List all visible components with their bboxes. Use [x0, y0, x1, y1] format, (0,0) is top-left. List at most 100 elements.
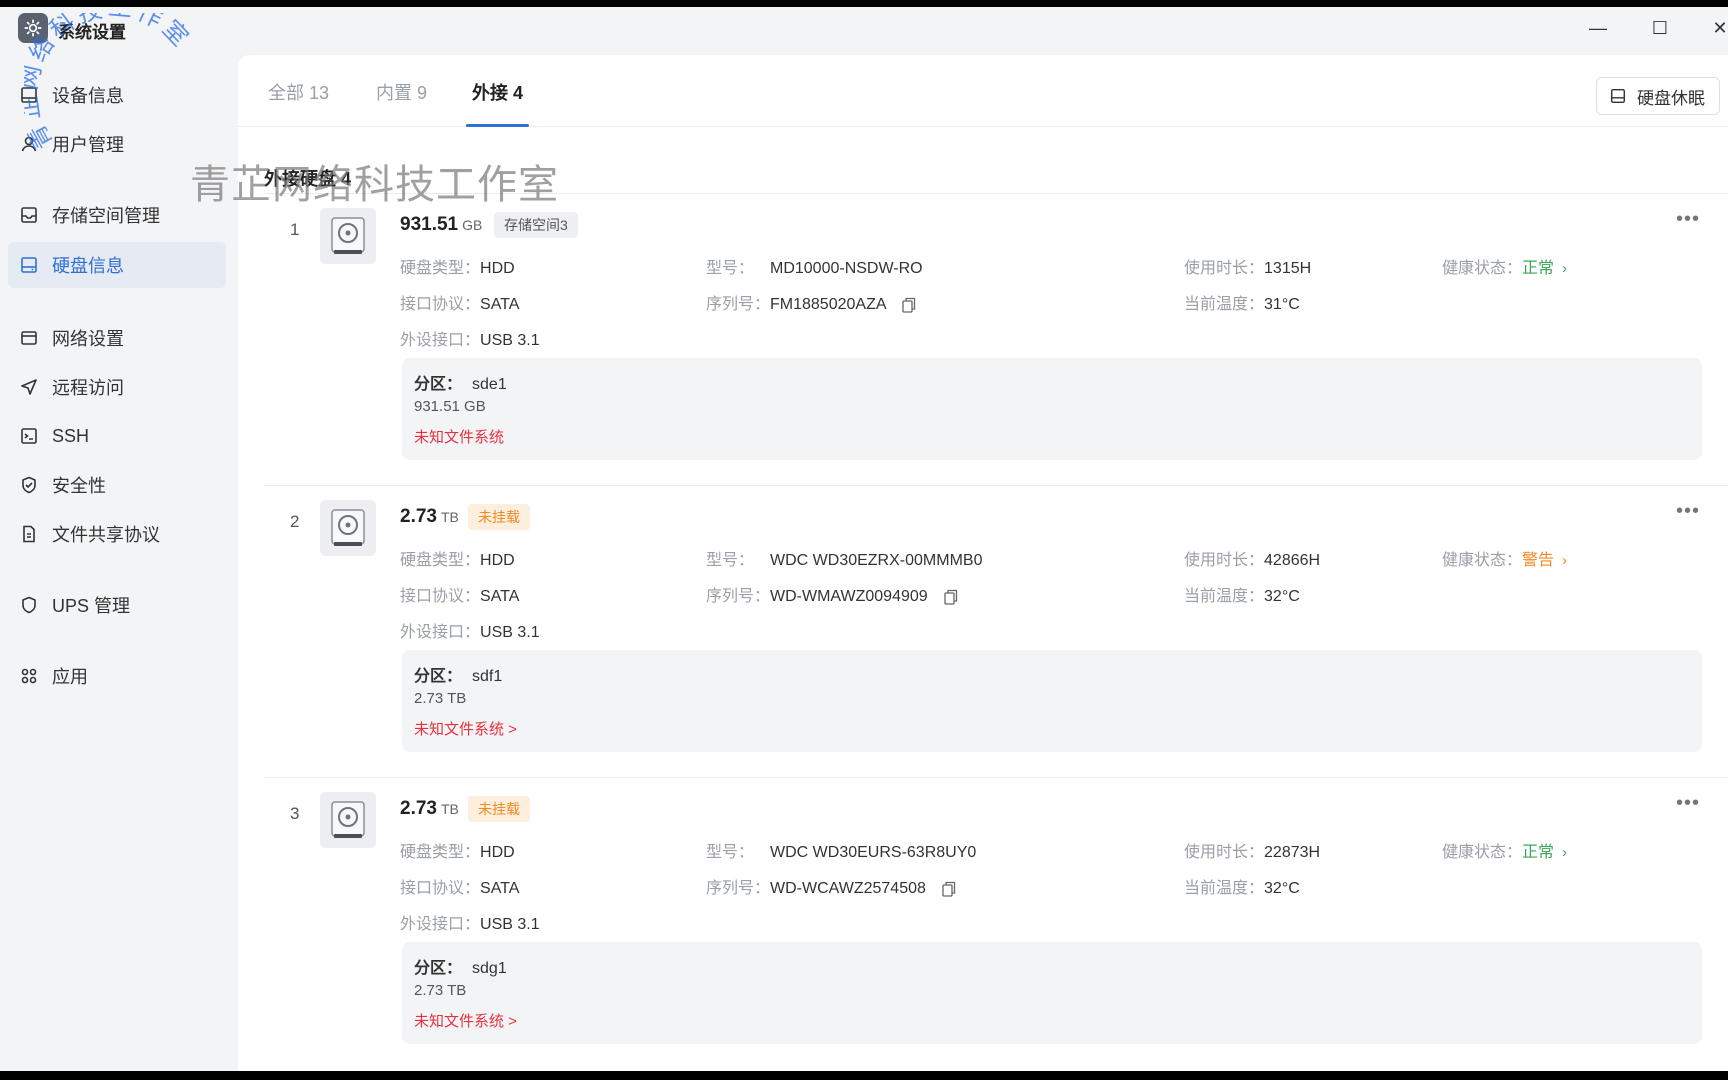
minimize-button[interactable]: —	[1578, 11, 1618, 45]
disk-icon	[18, 254, 40, 276]
sidebar-item-label: 安全性	[52, 476, 106, 496]
disk-type-field: 硬盘类型：HDD	[400, 254, 515, 278]
hard-disk-icon	[320, 792, 376, 848]
field-label: 硬盘类型：	[400, 260, 481, 277]
chevron-right-icon[interactable]: ›	[1562, 260, 1567, 277]
copy-icon[interactable]	[902, 297, 916, 313]
field-label: 接口协议：	[400, 880, 481, 897]
field-value: WD-WMAWZ0094909	[770, 588, 928, 605]
disk-sleep-label: 硬盘休眠	[1637, 88, 1705, 108]
field-label: 型号：	[706, 844, 755, 861]
field-value: 22873H	[1264, 844, 1321, 861]
usage-time-field: 使用时长：22873H	[1184, 838, 1320, 862]
tab-internal[interactable]: 内置 9	[376, 79, 427, 127]
sidebar-item-remote-access[interactable]: 远程访问	[8, 364, 226, 410]
health-status-field[interactable]: 健康状态：正常 ›	[1442, 254, 1567, 278]
disk-capacity-unit: TB	[440, 801, 459, 817]
field-label: 型号：	[706, 552, 755, 569]
tab-all[interactable]: 全部 13	[268, 79, 329, 127]
more-options-icon[interactable]: •••	[1676, 500, 1700, 523]
sidebar-item-label: 存储空间管理	[52, 206, 160, 226]
settings-window: 系统设置 — ☐ ✕ 设备信息 用户管理 存储空间管理 硬盘信息 网络设置 远程…	[0, 7, 1728, 1071]
disk-capacity-unit: GB	[462, 217, 483, 233]
file-share-icon	[18, 523, 40, 545]
partition-filesystem-link[interactable]: 未知文件系统 >	[414, 1010, 517, 1031]
external-port-field: 外设接口：USB 3.1	[400, 618, 540, 642]
copy-icon[interactable]	[942, 881, 956, 897]
settings-gear-icon	[18, 13, 48, 43]
partition-id: sdg1	[472, 960, 507, 977]
partition-size: 2.73 TB	[414, 690, 467, 707]
field-label: 外设接口：	[400, 916, 481, 933]
hard-disk-icon	[320, 208, 376, 264]
field-value: HDD	[480, 844, 515, 861]
disk-status-badge: 存储空间3	[494, 212, 578, 238]
partition-filesystem-link[interactable]: 未知文件系统	[414, 426, 504, 447]
sidebar-item-disk-info[interactable]: 硬盘信息	[8, 242, 226, 288]
field-value: 32°C	[1264, 588, 1300, 605]
chevron-right-icon[interactable]: ›	[1562, 552, 1567, 569]
disk-icon	[1610, 88, 1626, 104]
sidebar-item-label: 硬盘信息	[52, 256, 124, 276]
sidebar-item-label: 用户管理	[52, 135, 124, 155]
more-options-icon[interactable]: •••	[1676, 792, 1700, 815]
sidebar-item-label: SSH	[52, 425, 90, 446]
sidebar-item-security[interactable]: 安全性	[8, 462, 226, 508]
sidebar-item-ups[interactable]: UPS 管理	[8, 582, 226, 628]
health-status-field[interactable]: 健康状态：正常 ›	[1442, 838, 1567, 862]
partition-label: 分区：	[414, 668, 463, 685]
sidebar-item-ssh[interactable]: SSH	[8, 413, 226, 459]
external-port-field: 外设接口：USB 3.1	[400, 910, 540, 934]
usage-time-field: 使用时长：1315H	[1184, 254, 1311, 278]
partition-filesystem-link[interactable]: 未知文件系统 >	[414, 718, 517, 739]
health-status-value: 正常	[1522, 844, 1555, 861]
shield-icon	[18, 474, 40, 496]
field-value: WD-WCAWZ2574508	[770, 880, 926, 897]
health-status-field[interactable]: 健康状态：警告 ›	[1442, 546, 1567, 570]
field-label: 当前温度：	[1184, 588, 1265, 605]
model-field: 型号： WDC WD30EURS-63R8UY0	[706, 838, 976, 862]
disk-capacity: 931.51 GB	[400, 214, 482, 236]
window-title: 系统设置	[58, 23, 126, 42]
field-value: WDC WD30EZRX-00MMMB0	[770, 552, 983, 569]
temperature-field: 当前温度：31°C	[1184, 290, 1300, 314]
field-value: SATA	[480, 296, 520, 313]
sidebar-item-file-sharing[interactable]: 文件共享协议	[8, 511, 226, 557]
partition-id: sde1	[472, 376, 507, 393]
partition-name: 分区： sdg1	[414, 954, 507, 978]
partition-panel: 分区： sde1 931.51 GB 未知文件系统	[402, 358, 1702, 460]
disk-status-badge: 未挂载	[468, 796, 530, 822]
serial-field: 序列号：FM1885020AZA	[706, 290, 916, 314]
field-value: SATA	[480, 588, 520, 605]
partition-panel: 分区： sdf1 2.73 TB 未知文件系统 >	[402, 650, 1702, 752]
disk-type-field: 硬盘类型：HDD	[400, 838, 515, 862]
title-bar: 系统设置 — ☐ ✕	[0, 7, 1728, 51]
disk-index: 1	[290, 220, 300, 239]
sidebar-item-apps[interactable]: 应用	[8, 653, 226, 699]
watermark-text: 青芷网络科技工作室	[190, 162, 559, 208]
field-label: 序列号：	[706, 880, 771, 897]
serial-field: 序列号：WD-WMAWZ0094909	[706, 582, 958, 606]
disk-capacity-value: 2.73	[400, 798, 437, 819]
sidebar-item-device-info[interactable]: 设备信息	[8, 72, 226, 118]
field-value: WDC WD30EURS-63R8UY0	[770, 844, 977, 861]
sidebar-item-label: UPS 管理	[52, 596, 131, 616]
remote-icon	[18, 376, 40, 398]
field-label: 接口协议：	[400, 588, 481, 605]
health-status-value: 正常	[1522, 260, 1555, 277]
close-button[interactable]: ✕	[1700, 11, 1728, 45]
field-label: 当前温度：	[1184, 880, 1265, 897]
tab-external[interactable]: 外接 4	[465, 79, 530, 127]
field-label: 接口协议：	[400, 296, 481, 313]
more-options-icon[interactable]: •••	[1676, 208, 1700, 231]
sidebar-item-network[interactable]: 网络设置	[8, 315, 226, 361]
partition-size: 2.73 TB	[414, 982, 467, 999]
sidebar-item-label: 远程访问	[52, 378, 124, 398]
disk-capacity-value: 2.73	[400, 506, 437, 527]
copy-icon[interactable]	[944, 589, 958, 605]
chevron-right-icon[interactable]: ›	[1562, 844, 1567, 861]
interface-field: 接口协议：SATA	[400, 290, 519, 314]
field-value: 42866H	[1264, 552, 1321, 569]
maximize-button[interactable]: ☐	[1640, 11, 1680, 45]
disk-sleep-button[interactable]: 硬盘休眠	[1596, 77, 1720, 115]
